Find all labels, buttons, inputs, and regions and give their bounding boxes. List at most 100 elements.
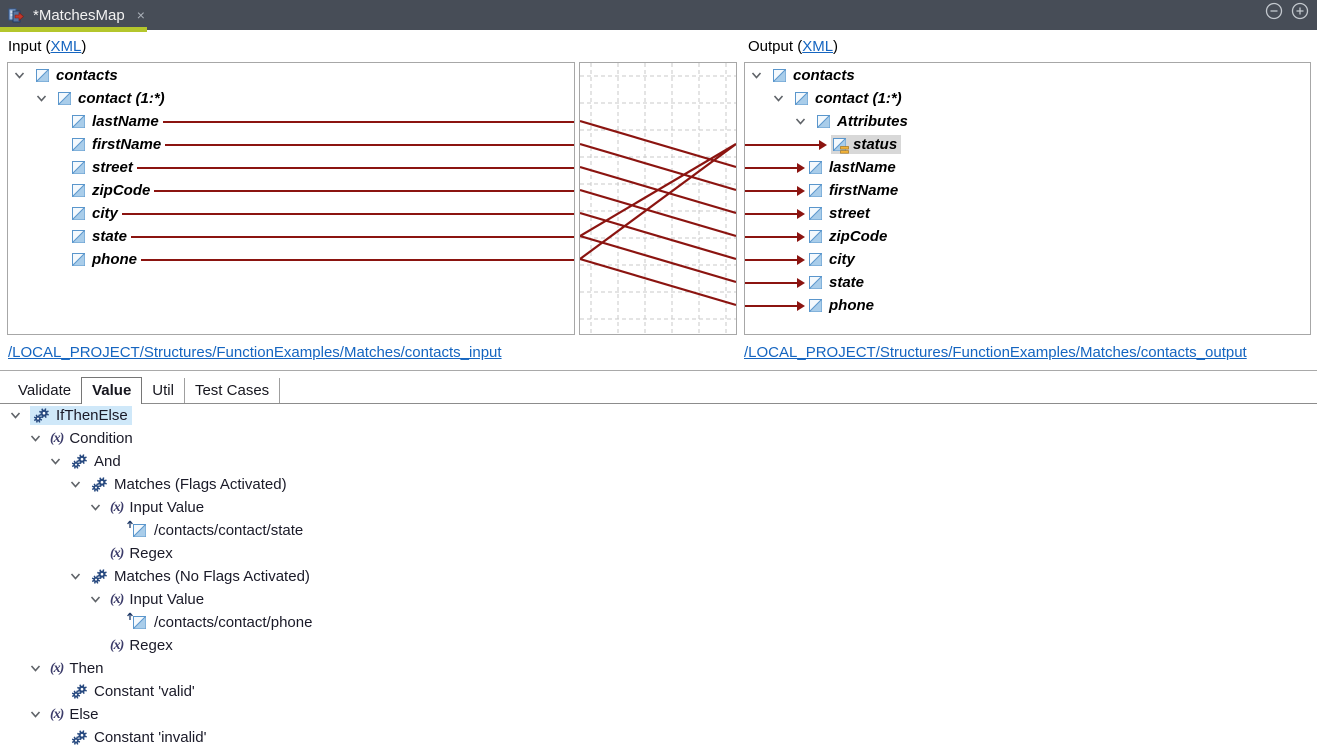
- tree-item-label: lastName: [92, 113, 159, 130]
- tree-item-label: Regex: [129, 637, 173, 654]
- chevron-down-icon[interactable]: [14, 72, 36, 79]
- tree-item-label: status: [853, 136, 898, 153]
- fx-icon: (x): [50, 706, 64, 722]
- chevron-down-icon[interactable]: [751, 72, 773, 79]
- element-icon: [809, 253, 822, 266]
- output-tree-item-city[interactable]: city: [745, 248, 1310, 271]
- chevron-down-icon[interactable]: [70, 481, 90, 488]
- function-tree-item-constant-valid[interactable]: Constant 'valid': [0, 680, 1317, 703]
- function-tree-item-matches-flags-activated[interactable]: Matches (Flags Activated): [0, 473, 1317, 496]
- output-tree-panel: contacts contact (1:*) Attributes status las…: [744, 62, 1311, 335]
- chevron-down-icon[interactable]: [30, 665, 50, 672]
- output-tree-item-zipcode[interactable]: zipCode: [745, 225, 1310, 248]
- mapping-connector-line: [154, 189, 574, 192]
- function-tree-item-input-value[interactable]: (x) Input Value: [0, 496, 1317, 519]
- input-tree-item-state[interactable]: state: [8, 225, 574, 248]
- tab-util[interactable]: Util: [142, 378, 185, 403]
- function-tree-item-else[interactable]: (x) Else: [0, 703, 1317, 726]
- chevron-down-icon[interactable]: [90, 504, 110, 511]
- element-icon: [795, 92, 808, 105]
- function-tree-item-input-value[interactable]: (x) Input Value: [0, 588, 1317, 611]
- function-tree-panel: IfThenElse (x) Condition And Matches (Flags …: [0, 404, 1317, 752]
- document-tab-bar: *MatchesMap ×: [0, 0, 1317, 32]
- output-tree-item-contact-1[interactable]: contact (1:*): [745, 87, 1310, 110]
- input-tree-panel: contacts contact (1:*) lastName firstName st…: [7, 62, 575, 335]
- input-tree-item-firstname[interactable]: firstName: [8, 133, 574, 156]
- mapping-arrow: [745, 139, 827, 150]
- chevron-down-icon[interactable]: [10, 412, 30, 419]
- tree-item-label: contact (1:*): [78, 90, 165, 107]
- tree-item-label: city: [829, 251, 855, 268]
- function-tree-item-matches-no-flags-activated[interactable]: Matches (No Flags Activated): [0, 565, 1317, 588]
- tree-item-label: Constant 'invalid': [94, 729, 207, 746]
- input-tree-item-contact-1[interactable]: contact (1:*): [8, 87, 574, 110]
- input-tree-item-contacts[interactable]: contacts: [8, 64, 574, 87]
- tree-item-label: lastName: [829, 159, 896, 176]
- output-tree-item-street[interactable]: street: [745, 202, 1310, 225]
- function-tree-item-and[interactable]: And: [0, 450, 1317, 473]
- function-tree-item-contacts-contact-state[interactable]: /contacts/contact/state: [0, 519, 1317, 542]
- tab-value[interactable]: Value: [81, 377, 143, 404]
- chevron-down-icon[interactable]: [70, 573, 90, 580]
- tab-validate[interactable]: Validate: [8, 378, 81, 403]
- function-tree-item-regex[interactable]: (x) Regex: [0, 542, 1317, 565]
- element-icon: [773, 69, 786, 82]
- mapping-arrow: [745, 300, 805, 311]
- input-tree-item-zipcode[interactable]: zipCode: [8, 179, 574, 202]
- input-tree-item-city[interactable]: city: [8, 202, 574, 225]
- chevron-down-icon[interactable]: [36, 95, 58, 102]
- chevron-down-icon[interactable]: [30, 711, 50, 718]
- function-tree-item-constant-invalid[interactable]: Constant 'invalid': [0, 726, 1317, 749]
- element-icon: [809, 161, 822, 174]
- active-tab-accent: [0, 27, 147, 32]
- mapping-connector-line: [136, 166, 574, 169]
- function-tree-item-ifthenelse[interactable]: IfThenElse: [0, 404, 1317, 427]
- tree-item-label: Matches (No Flags Activated): [114, 568, 310, 585]
- tree-item-label: phone: [92, 251, 137, 268]
- input-tree-item-lastname[interactable]: lastName: [8, 110, 574, 133]
- function-tree-item-then[interactable]: (x) Then: [0, 657, 1317, 680]
- chevron-down-icon[interactable]: [90, 596, 110, 603]
- tree-item-label: state: [829, 274, 865, 291]
- input-xml-link[interactable]: XML: [51, 38, 82, 55]
- expand-icon[interactable]: [1291, 2, 1309, 20]
- mapping-connector-line: [141, 258, 574, 261]
- chevron-down-icon[interactable]: [30, 435, 50, 442]
- element-icon: [72, 115, 85, 128]
- chevron-down-icon[interactable]: [773, 95, 795, 102]
- tree-item-label: phone: [829, 297, 874, 314]
- output-tree-item-firstname[interactable]: firstName: [745, 179, 1310, 202]
- tab-close-icon[interactable]: ×: [137, 7, 145, 23]
- function-tree-item-contacts-contact-phone[interactable]: /contacts/contact/phone: [0, 611, 1317, 634]
- function-tree-item-regex[interactable]: (x) Regex: [0, 634, 1317, 657]
- tree-item-label: firstName: [92, 136, 162, 153]
- function-gears-icon: [70, 453, 88, 470]
- output-tree-item-contacts[interactable]: contacts: [745, 64, 1310, 87]
- input-structure-path-link[interactable]: /LOCAL_PROJECT/Structures/FunctionExampl…: [8, 344, 502, 361]
- document-tab[interactable]: *MatchesMap ×: [0, 0, 155, 30]
- element-icon: [72, 161, 85, 174]
- mapping-connector-line: [162, 120, 574, 123]
- attribute-icon: [833, 138, 849, 154]
- output-tree-item-lastname[interactable]: lastName: [745, 156, 1310, 179]
- collapse-icon[interactable]: [1265, 2, 1283, 20]
- input-tree-item-phone[interactable]: phone: [8, 248, 574, 271]
- function-tree-item-condition[interactable]: (x) Condition: [0, 427, 1317, 450]
- chevron-down-icon[interactable]: [50, 458, 70, 465]
- output-tree-item-phone[interactable]: phone: [745, 294, 1310, 317]
- output-pane-header: Output (XML): [748, 38, 839, 55]
- chevron-down-icon[interactable]: [795, 118, 817, 125]
- output-tree-item-status[interactable]: status: [745, 133, 1310, 156]
- function-gears-icon: [70, 683, 88, 700]
- tree-item-label: IfThenElse: [56, 407, 128, 424]
- input-tree-item-street[interactable]: street: [8, 156, 574, 179]
- output-xml-link[interactable]: XML: [802, 38, 833, 55]
- output-structure-path-link[interactable]: /LOCAL_PROJECT/Structures/FunctionExampl…: [744, 344, 1247, 361]
- tree-item-label: Condition: [69, 430, 133, 447]
- tree-item-label: zipCode: [92, 182, 151, 199]
- output-tree-item-attributes[interactable]: Attributes: [745, 110, 1310, 133]
- mapping-arrow: [745, 208, 805, 219]
- function-gears-icon: [90, 476, 108, 493]
- output-tree-item-state[interactable]: state: [745, 271, 1310, 294]
- tab-test-cases[interactable]: Test Cases: [185, 378, 281, 403]
